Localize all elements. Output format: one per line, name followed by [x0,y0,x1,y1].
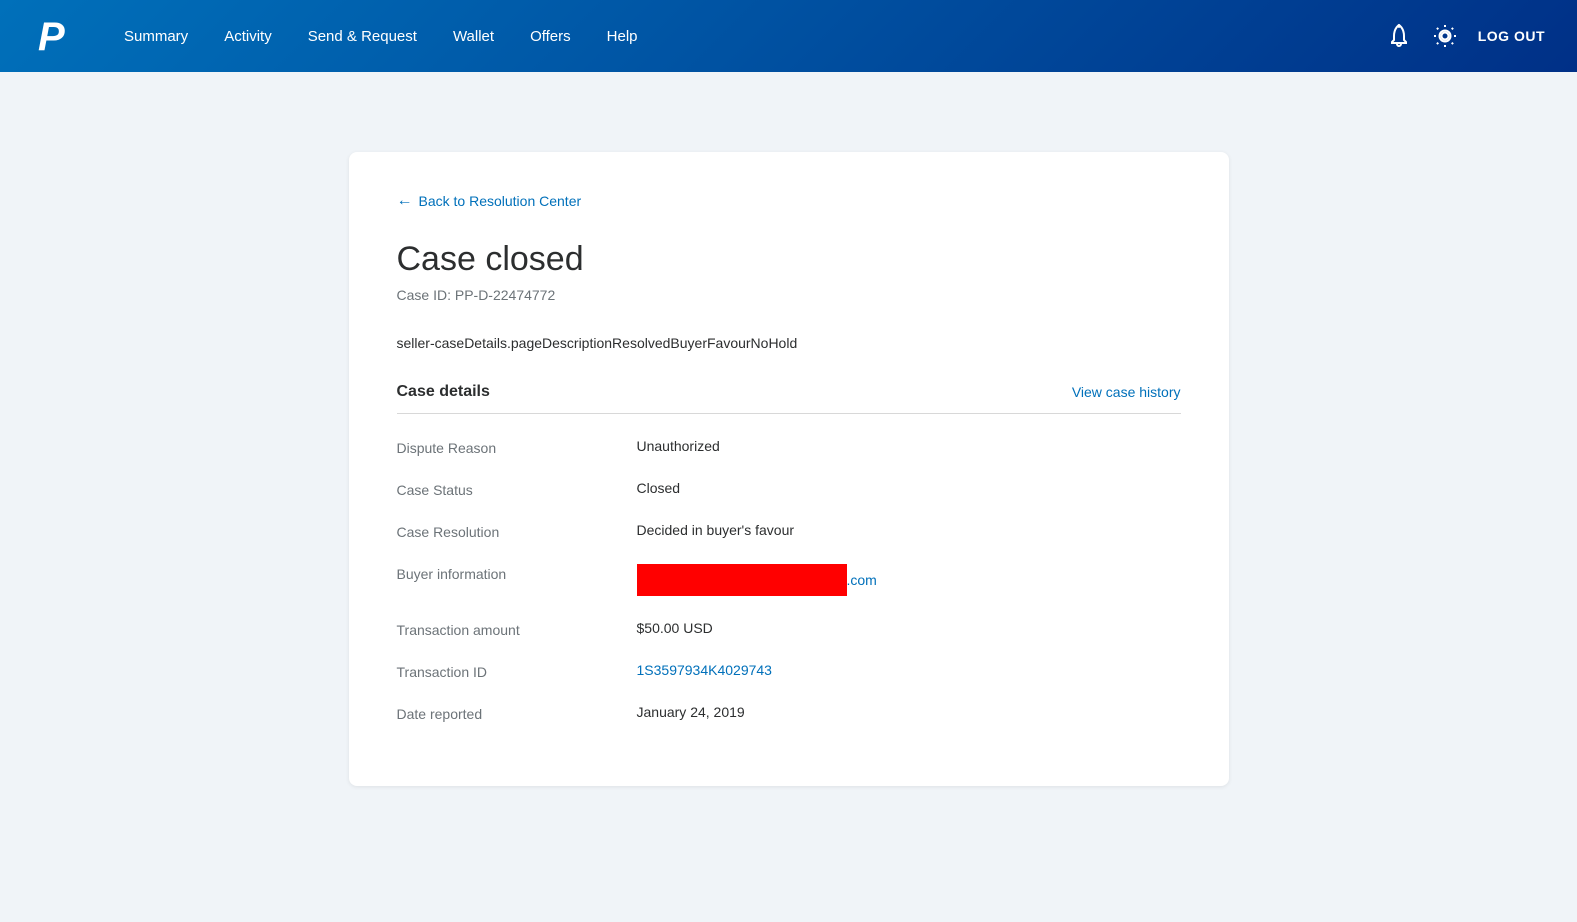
case-details-header: Case details View case history [397,383,1181,414]
dispute-reason-value: Unauthorized [637,438,720,454]
transaction-amount-label: Transaction amount [397,620,637,638]
case-details-section-title: Case details [397,383,490,401]
view-case-history-link[interactable]: View case history [1072,384,1181,400]
date-reported-value: January 24, 2019 [637,704,745,720]
case-title: Case closed [397,240,1181,279]
paypal-logo-icon: P [36,14,72,58]
buyer-info-wrapper: .com [637,564,877,596]
case-resolution-value: Decided in buyer's favour [637,522,795,538]
dispute-reason-row: Dispute Reason Unauthorized [397,438,1181,456]
navbar: P Summary Activity Send & Request Wallet… [0,0,1577,72]
logout-button[interactable]: LOG OUT [1478,28,1545,44]
nav-item-send-request[interactable]: Send & Request [292,20,433,53]
transaction-id-link[interactable]: 1S3597934K4029743 [637,662,772,678]
settings-button[interactable] [1432,23,1458,49]
buyer-information-label: Buyer information [397,564,637,582]
gear-icon [1432,23,1458,49]
case-resolution-row: Case Resolution Decided in buyer's favou… [397,522,1181,540]
date-reported-row: Date reported January 24, 2019 [397,704,1181,722]
nav-item-activity[interactable]: Activity [208,20,288,53]
paypal-logo: P [32,14,76,58]
case-card: ← Back to Resolution Center Case closed … [349,152,1229,786]
page-description: seller-caseDetails.pageDescriptionResolv… [397,335,1181,351]
buyer-email-suffix: .com [847,572,877,588]
transaction-amount-row: Transaction amount $50.00 USD [397,620,1181,638]
redacted-buyer-email [637,564,847,596]
back-arrow-icon: ← [397,192,413,210]
notifications-button[interactable] [1386,23,1412,49]
case-resolution-label: Case Resolution [397,522,637,540]
case-status-value: Closed [637,480,681,496]
buyer-information-row: Buyer information .com [397,564,1181,596]
page-content: ← Back to Resolution Center Case closed … [189,112,1389,826]
dispute-reason-label: Dispute Reason [397,438,637,456]
nav-item-offers[interactable]: Offers [514,20,587,53]
bell-icon [1386,23,1412,49]
nav-item-summary[interactable]: Summary [108,20,204,53]
case-status-label: Case Status [397,480,637,498]
back-link-label: Back to Resolution Center [419,193,582,209]
nav-item-help[interactable]: Help [591,20,654,53]
case-id: Case ID: PP-D-22474772 [397,287,1181,303]
back-to-resolution-center-link[interactable]: ← Back to Resolution Center [397,192,1181,210]
svg-text:P: P [38,15,65,58]
transaction-id-row: Transaction ID 1S3597934K4029743 [397,662,1181,680]
date-reported-label: Date reported [397,704,637,722]
transaction-amount-value: $50.00 USD [637,620,713,636]
case-status-row: Case Status Closed [397,480,1181,498]
nav-item-wallet[interactable]: Wallet [437,20,510,53]
navbar-right: LOG OUT [1386,23,1545,49]
main-nav: Summary Activity Send & Request Wallet O… [108,20,1386,53]
transaction-id-label: Transaction ID [397,662,637,680]
